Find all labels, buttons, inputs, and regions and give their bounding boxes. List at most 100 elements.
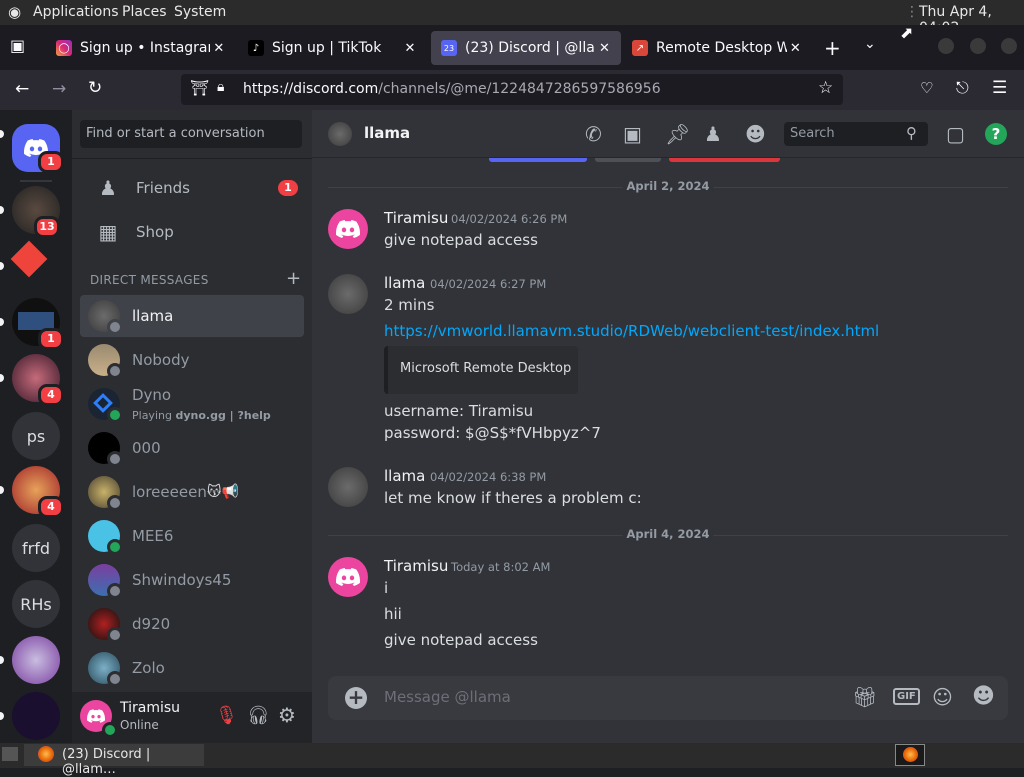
server-icon-4[interactable]: 4: [12, 354, 64, 406]
inbox-icon[interactable]: ▢: [946, 122, 965, 146]
friends-badge: 1: [278, 180, 298, 196]
dm-item-loreeeeen[interactable]: loreeeeen 😽📢: [80, 471, 304, 513]
dm-activity: dyno.gg | ?help: [175, 408, 271, 422]
status-indicator: [107, 539, 123, 555]
message-text: give notepad access: [384, 231, 538, 249]
reload-icon[interactable]: ↻: [88, 78, 102, 98]
tab-discord[interactable]: 23 (23) Discord | @llama ✕: [431, 31, 621, 65]
pocket-icon[interactable]: ♡: [920, 79, 933, 97]
show-desktop-icon[interactable]: [2, 747, 18, 761]
back-icon[interactable]: ←: [15, 79, 29, 99]
menu-applications[interactable]: Applications: [33, 4, 119, 20]
pinned-messages-icon[interactable]: 📌︎: [665, 122, 690, 146]
find-conversation-input[interactable]: Find or start a conversation: [80, 120, 302, 148]
dm-name: loreeeeen: [132, 483, 207, 501]
emoji-icon[interactable]: ☻: [972, 684, 995, 709]
tab-title: Remote Desktop Web: [656, 40, 787, 56]
dm-item-000[interactable]: 000: [80, 427, 304, 469]
attach-plus-icon[interactable]: +: [345, 687, 367, 709]
dm-item-mee6[interactable]: MEE6: [80, 515, 304, 557]
server-icon-6[interactable]: 4: [12, 466, 64, 518]
tab-instagram[interactable]: ◯ Sign up • Instagram ✕: [46, 31, 236, 65]
message-author[interactable]: llama: [384, 467, 425, 485]
embed-title[interactable]: Microsoft Remote Desktop: [400, 361, 571, 376]
message-avatar[interactable]: [328, 274, 368, 314]
window-close-icon[interactable]: [1001, 38, 1017, 54]
window-maximize-icon[interactable]: [970, 38, 986, 54]
video-call-icon[interactable]: ▣: [623, 122, 642, 146]
server-icon-1[interactable]: 13: [12, 186, 60, 238]
new-tab-icon[interactable]: +: [824, 36, 841, 60]
discord-icon: 23: [441, 40, 457, 56]
dm-item-zolo[interactable]: Zolo: [80, 647, 304, 689]
user-profile-icon[interactable]: ☻: [745, 122, 766, 146]
voice-call-icon[interactable]: ✆: [585, 122, 602, 146]
dm-item-dyno[interactable]: Dyno Playing dyno.gg | ?help: [80, 383, 304, 425]
bookmark-star-icon[interactable]: ☆: [818, 78, 833, 98]
url-bar[interactable]: ⛩ 🔒︎ https://discord.com/channels/@me/12…: [181, 74, 843, 105]
url-text: https://discord.com/channels/@me/1224847…: [243, 81, 661, 97]
message-text: username: Tiramisu: [384, 402, 534, 420]
message-avatar[interactable]: [328, 209, 368, 249]
mute-mic-icon[interactable]: 🎙︎: [215, 705, 238, 726]
close-tab-icon[interactable]: ✕: [400, 41, 420, 56]
message-link[interactable]: https://vmworld.llamavm.studio/RDWeb/web…: [384, 322, 879, 340]
dm-item-llama[interactable]: llama: [80, 295, 304, 337]
add-friends-to-dm-icon[interactable]: ♟: [704, 122, 722, 146]
message-input-placeholder[interactable]: Message @llama: [384, 688, 511, 706]
message-composer[interactable]: + Message @llama 🎁︎ GIF ☺ ☻: [328, 676, 1008, 720]
settings-gear-icon[interactable]: ⚙: [278, 703, 296, 727]
nav-friends[interactable]: ♟ Friends 1: [80, 167, 304, 209]
close-tab-icon[interactable]: ✕: [596, 41, 613, 56]
server-icon-anydesk[interactable]: [10, 240, 60, 290]
status-indicator: [107, 495, 123, 511]
window-minimize-icon[interactable]: [938, 38, 954, 54]
menu-system[interactable]: System: [174, 4, 226, 20]
server-icon-9[interactable]: [12, 636, 60, 684]
server-icon-ps[interactable]: ps: [12, 412, 60, 460]
close-tab-icon[interactable]: ✕: [210, 41, 228, 56]
lock-icon[interactable]: 🔒︎: [217, 79, 224, 95]
extensions-icon[interactable]: ⎋: [956, 78, 969, 98]
forward-icon[interactable]: →: [52, 79, 66, 99]
tab-tiktok[interactable]: ♪ Sign up | TikTok ✕: [238, 31, 428, 65]
hamburger-menu-icon[interactable]: ☰: [992, 78, 1007, 98]
server-icon-frfd[interactable]: frfd: [12, 524, 60, 572]
chat-area: llama ✆ ▣ 📌︎ ♟ ☻ Search ⚲ ▢ ? April 2, 2…: [312, 110, 1024, 743]
message-avatar[interactable]: [328, 557, 368, 597]
nav-shop[interactable]: ▦ Shop: [80, 211, 304, 253]
shield-icon[interactable]: ⛩: [190, 79, 209, 97]
channel-avatar: [328, 122, 352, 146]
headphones-icon[interactable]: 🎧︎: [247, 705, 270, 726]
os-logo-icon[interactable]: ◉: [8, 3, 21, 21]
avatar: [88, 344, 123, 379]
server-icon-3[interactable]: 1: [12, 298, 64, 350]
message-author[interactable]: Tiramisu: [384, 557, 448, 575]
message-author[interactable]: llama: [384, 274, 425, 292]
status-indicator: [107, 407, 123, 423]
tab-overview-icon[interactable]: ▣: [10, 36, 25, 55]
server-icon-10[interactable]: [12, 692, 60, 740]
gif-icon[interactable]: GIF: [893, 688, 920, 705]
shop-label: Shop: [136, 223, 174, 241]
message-text: 2 mins: [384, 296, 435, 314]
server-icon-rhs[interactable]: RHs: [12, 580, 60, 628]
taskbar-window-button[interactable]: (23) Discord | @llam…: [24, 744, 204, 777]
help-icon[interactable]: ?: [985, 123, 1007, 145]
dm-item-d920[interactable]: d920: [80, 603, 304, 645]
gift-icon[interactable]: 🎁︎: [852, 685, 877, 709]
dm-item-nobody[interactable]: Nobody: [80, 339, 304, 381]
chat-search-input[interactable]: Search ⚲: [784, 122, 928, 146]
close-tab-icon[interactable]: ✕: [787, 41, 804, 56]
menu-places[interactable]: Places: [122, 4, 167, 20]
message-avatar[interactable]: [328, 467, 368, 507]
create-dm-plus-icon[interactable]: +: [286, 268, 301, 289]
tab-list-chevron-icon[interactable]: ⌄: [864, 36, 876, 52]
user-avatar[interactable]: [80, 700, 118, 738]
home-discord-button[interactable]: 1: [12, 124, 64, 173]
dm-item-shwindoys45[interactable]: Shwindoys45: [80, 559, 304, 601]
sticker-icon[interactable]: ☺: [932, 685, 953, 709]
workspace-switcher[interactable]: [895, 744, 925, 766]
tab-remote-desktop[interactable]: ↗ Remote Desktop Web ✕: [622, 31, 812, 65]
message-author[interactable]: Tiramisu: [384, 209, 448, 227]
